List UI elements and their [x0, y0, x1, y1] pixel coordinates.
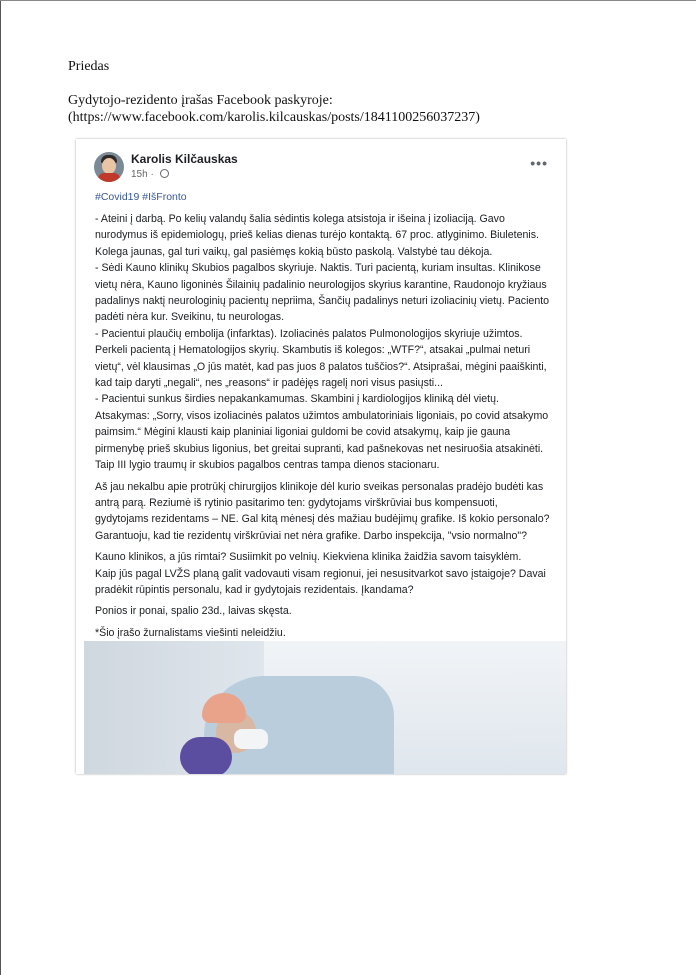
more-options-icon[interactable]: ••• [530, 155, 548, 171]
hashtags[interactable]: #Covid19 #IšFronto [95, 191, 187, 203]
post-line: - Pacientui sunkus širdies nepakankamuma… [95, 393, 499, 406]
post-line: - Sėdi Kauno klinikų Skubios pagalbos sk… [95, 262, 541, 275]
post-line: Garantuoju, kad tie rezidentų virškrūvia… [95, 529, 528, 542]
post-line: gydytojams rezidentams – NE. Gal kitą mė… [95, 513, 550, 526]
facebook-post: Karolis Kilčauskas 15h · ••• #Covid19 #I… [76, 139, 566, 774]
post-line: padėti nėra kur. Sveikinu, tu neurologas… [95, 311, 285, 324]
author-name[interactable]: Karolis Kilčauskas [131, 152, 238, 166]
post-line: paimsim.“ Mėgini klausti kaip planiniai … [95, 426, 511, 439]
post-meta: 15h · [131, 169, 169, 180]
post-line: antrą parą. Reziumė iš rytinio pasitarim… [95, 496, 498, 509]
post-paragraph: Aš jau nekalbu apie protrūkį chirurgijos… [95, 479, 555, 545]
post-line: - Pacientui plaučių embolija (infarktas)… [95, 327, 523, 340]
post-line: vietų nėra, Kauno ligoninės Šilainių pad… [95, 278, 547, 291]
caption-link[interactable]: (https://www.facebook.com/karolis.kilcau… [68, 109, 668, 126]
page-border [0, 0, 1, 975]
post-line: padalinys naktį neurologinių pacientų ne… [95, 295, 550, 308]
post-line: Atsakymas: „Sorry, visos izoliacinės pal… [95, 409, 549, 422]
post-paragraph: *Šio įrašo žurnalistams viešinti neleidž… [95, 626, 286, 639]
post-line: Kauno klinikos, a jūs rimtai? Susiimkit … [95, 551, 522, 564]
post-paragraph: Kauno klinikos, a jūs rimtai? Susiimkit … [95, 549, 555, 598]
post-header: Karolis Kilčauskas 15h · ••• [76, 139, 566, 187]
post-paragraph: Ponios ir ponai, spalio 23d., laivas skę… [95, 605, 292, 618]
post-line: nurodymus iš epidemiologų, prieš kelias … [95, 229, 539, 242]
post-line: Kolega jaunas, gal turi vaikų, gal pasiė… [95, 245, 493, 258]
post-line: Aš jau nekalbu apie protrūkį chirurgijos… [95, 480, 544, 493]
post-line: - Ateini į darbą. Po kelių valandų šalia… [95, 213, 505, 225]
post-photo[interactable] [84, 641, 566, 774]
document-heading: Priedas [68, 59, 110, 74]
post-line: Kaip jūs pagal LVŽS planą galit vadovaut… [95, 567, 546, 580]
post-line: Taip III lygio traumų ir skubios pagalbo… [95, 459, 440, 472]
post-line: Perkeli pacientą į Hematologijos skyrių.… [95, 344, 531, 357]
post-line: pradėkit rūpintis personalu, kad ir gydy… [95, 583, 414, 596]
globe-icon [159, 169, 169, 178]
post-time[interactable]: 15h [131, 169, 148, 180]
page-border-top [0, 0, 696, 1]
post-line: pirmenybę prieš skubius ligonius, bet gr… [95, 442, 544, 455]
avatar[interactable] [94, 152, 124, 182]
post-paragraph: - Ateini į darbą. Po kelių valandų šalia… [95, 211, 555, 474]
caption-line: Gydytojo-rezidento įrašas Facebook pasky… [68, 93, 333, 108]
post-line: kad taip daryti „negali“, nes „reasons“ … [95, 377, 443, 390]
document-caption: Gydytojo-rezidento įrašas Facebook pasky… [68, 92, 668, 126]
post-body: - Ateini į darbą. Po kelių valandų šalia… [95, 211, 555, 646]
post-line: vietų“, vėl klausimas „O jūs matėt, kad … [95, 360, 547, 373]
